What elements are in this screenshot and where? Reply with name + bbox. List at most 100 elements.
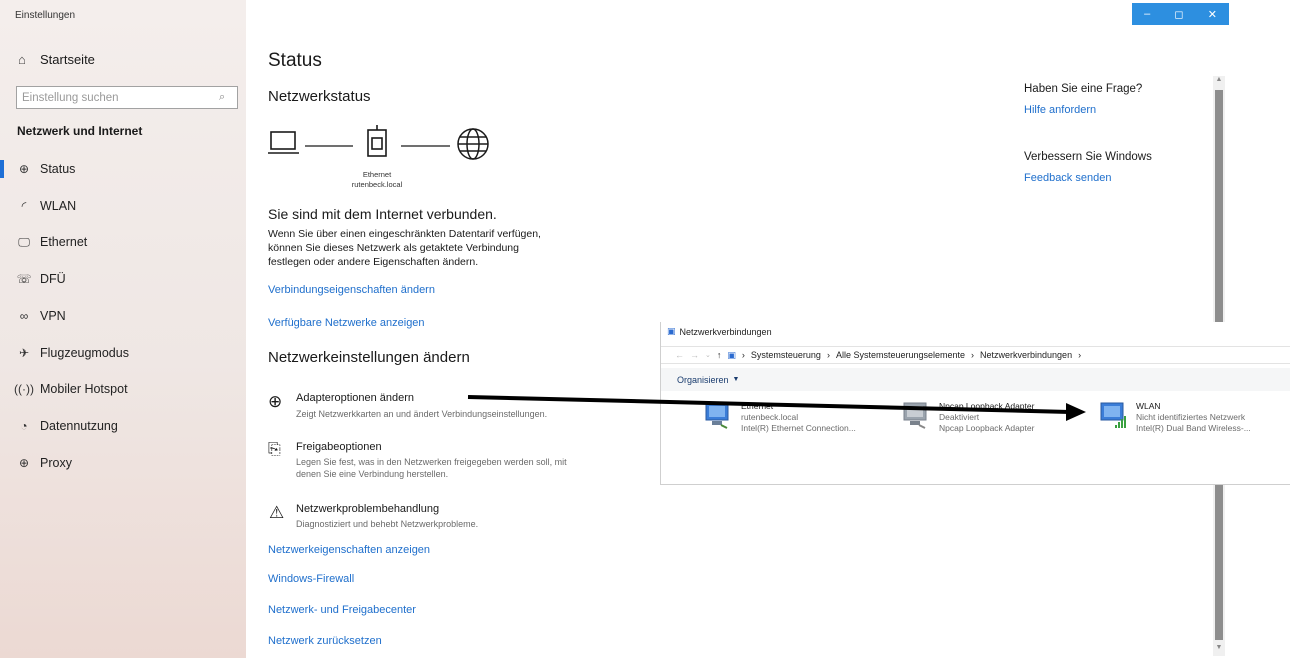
search-icon[interactable]: ⌕ [219,91,237,104]
section-heading: Netzwerk und Internet [17,124,143,138]
adapter-device: Npcap Loopback Adapter [939,423,1035,433]
sidebar: Einstellungen ⌂ Startseite ⌕ Netzwerk un… [0,0,246,658]
home-nav[interactable]: ⌂ Startseite [18,52,95,67]
adapter-device: Intel(R) Dual Band Wireless-... [1136,423,1251,433]
help-panel: Haben Sie eine Frage? Hilfe anfordern Ve… [1024,83,1152,184]
adapter-name: WLAN [1136,401,1161,411]
sidebar-item-status[interactable]: ⊕ Status [0,156,246,182]
adapter-npcap-loopback[interactable]: Npcap Loopback Adapter Deaktiviert Npcap… [901,401,1034,434]
metered-description: Wenn Sie über einen eingeschränkten Date… [268,228,541,268]
adapter-status: Deaktiviert [939,412,980,422]
sidebar-item-label: Status [40,162,76,176]
globe-icon: ⊕ [18,456,30,470]
get-help-link[interactable]: Hilfe anfordern [1024,104,1152,116]
sidebar-item-label: Flugzeugmodus [40,346,129,360]
adapter-status: Nicht identifiziertes Netzwerk [1136,412,1246,422]
network-reset-link[interactable]: Netzwerk zurücksetzen [268,635,382,647]
warning-icon: ⚠ [269,503,285,522]
scroll-down-icon[interactable]: ▼ [1213,644,1225,656]
connected-text: Sie sind mit dem Internet verbunden. [268,206,497,222]
troubleshooter-title: Netzwerkproblembehandlung [296,503,440,515]
up-icon[interactable]: ↑ [717,350,722,360]
forward-icon[interactable]: → [690,350,699,360]
troubleshooter-item[interactable]: ⚠ Netzwerkproblembehandlung Diagnostizie… [268,503,628,533]
sidebar-item-vpn[interactable]: ∞ VPN [0,303,246,329]
feedback-link[interactable]: Feedback senden [1024,172,1152,184]
sharing-options-desc: Legen Sie fest, was in den Netzwerken fr… [296,457,567,479]
control-panel-icon: ▣ [727,349,736,360]
adapter-name: Ethernet [741,401,774,411]
sharing-options-item[interactable]: ⎘ Freigabeoptionen Legen Sie fest, was i… [268,441,628,483]
network-properties-link[interactable]: Netzwerkeigenschaften anzeigen [268,544,430,556]
windows-firewall-link[interactable]: Windows-Firewall [268,573,354,585]
sidebar-item-hotspot[interactable]: ((·)) Mobiler Hotspot [0,376,246,402]
page-title: Status [268,50,322,71]
troubleshooter-desc: Diagnostiziert und behebt Netzwerkproble… [296,519,479,529]
sidebar-item-datennutzung[interactable]: ◔ Datennutzung [0,413,246,439]
adapter-wlan[interactable]: WLAN Nicht identifiziertes Netzwerk Inte… [1098,401,1251,434]
internet-globe-icon [457,128,489,160]
laptop-icon [268,131,299,154]
sidebar-item-label: WLAN [40,199,77,213]
ethernet-icon: 🖵 [18,234,30,249]
network-sharing-center-link[interactable]: Netzwerk- und Freigabecenter [268,604,416,616]
search-box[interactable]: ⌕ [16,86,238,109]
netconn-title: Netzwerkverbindungen [679,326,772,337]
ethernet-port-icon [367,125,387,157]
network-connections-icon: ▣ [667,326,676,336]
breadcrumb-item[interactable]: Alle Systemsteuerungselemente [836,350,965,360]
scroll-up-icon[interactable]: ▲ [1213,76,1225,88]
search-input[interactable] [17,87,219,108]
sidebar-item-ethernet[interactable]: 🖵 Ethernet [0,229,246,255]
app-title: Einstellungen [15,10,76,21]
sidebar-item-label: Datennutzung [40,419,118,433]
globe-icon: ⊕ [268,392,283,411]
sidebar-item-wlan[interactable]: ◜ WLAN [0,193,246,219]
address-bar[interactable]: ← → ⌄ ↑ ▣ › Systemsteuerung › Alle Syste… [661,346,1290,364]
adapter-name: Npcap Loopback Adapter [939,401,1035,411]
help-question: Haben Sie eine Frage? [1024,83,1143,95]
change-connection-properties-link[interactable]: Verbindungseigenschaften ändern [268,284,435,296]
network-connections-window: ▣ Netzwerkverbindungen ← → ⌄ ↑ ▣ › Syste… [660,322,1290,485]
datausage-icon: ◔ [20,419,28,433]
netconn-titlebar: ▣ Netzwerkverbindungen [667,326,772,337]
recent-icon[interactable]: ⌄ [705,351,711,359]
adapter-ethernet[interactable]: Ethernet rutenbeck.local Intel(R) Ethern… [703,401,856,434]
globe-icon: ⊕ [18,162,30,176]
home-label: Startseite [40,52,95,67]
home-icon: ⌂ [18,52,26,67]
improve-windows-heading: Verbessern Sie Windows [1024,151,1152,163]
adapter-device: Intel(R) Ethernet Connection... [741,423,856,433]
adapter-options-desc: Zeigt Netzwerkkarten an und ändert Verbi… [296,409,548,419]
sharing-options-title: Freigabeoptionen [296,441,382,453]
vpn-icon: ∞ [19,309,29,323]
change-settings-heading: Netzwerkeinstellungen ändern [268,349,470,366]
airplane-icon: ✈ [18,346,30,360]
adapter-options-item[interactable]: ⊕ Adapteroptionen ändern Zeigt Netzwerkk… [268,392,628,426]
sidebar-item-flugzeugmodus[interactable]: ✈ Flugzeugmodus [0,340,246,366]
sidebar-item-label: VPN [40,309,66,323]
sidebar-item-proxy[interactable]: ⊕ Proxy [0,450,246,476]
wireless-adapter-icon [1098,401,1128,429]
sharing-icon: ⎘ [268,441,281,458]
netconn-toolbar: Organisieren ▼ [661,368,1290,391]
organize-button[interactable]: Organisieren [677,375,729,385]
breadcrumb-item[interactable]: Systemsteuerung [751,350,821,360]
dialup-icon: ☏ [16,272,32,286]
breadcrumb-item[interactable]: Netzwerkverbindungen [980,350,1072,360]
close-button[interactable]: ✕ [1208,8,1217,21]
show-available-networks-link[interactable]: Verfügbare Netzwerke anzeigen [268,317,425,329]
sidebar-item-dfu[interactable]: ☏ DFÜ [0,266,246,292]
sidebar-item-label: Ethernet [40,235,88,249]
chevron-down-icon[interactable]: ▼ [733,376,740,383]
sidebar-item-label: Mobiler Hotspot [40,382,128,396]
adapter-options-title: Adapteroptionen ändern [296,392,415,404]
sidebar-item-label: Proxy [40,456,72,470]
hotspot-icon: ((·)) [14,382,34,396]
network-adapter-disabled-icon [901,401,931,429]
network-diagram [268,125,489,160]
network-adapter-icon [703,401,733,429]
wifi-icon: ◜ [21,199,27,213]
back-icon[interactable]: ← [675,350,684,360]
maximize-button[interactable]: ◻ [1174,8,1183,21]
